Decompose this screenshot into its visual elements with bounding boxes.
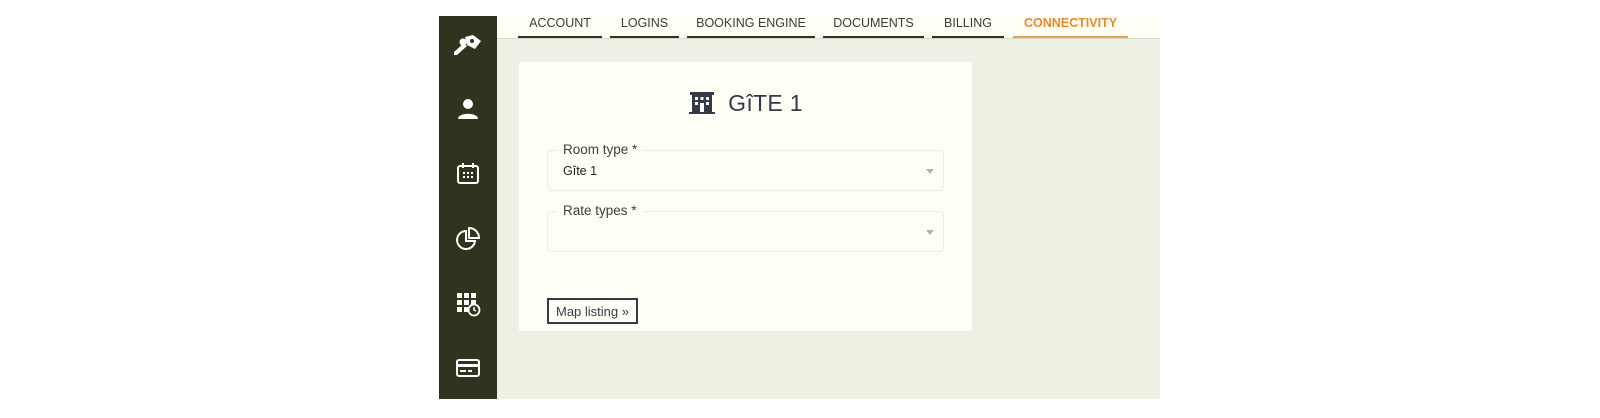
tab-booking-engine[interactable]: BOOKING ENGINE — [687, 16, 815, 38]
sidebar-item-rates[interactable] — [439, 284, 497, 324]
tab-account[interactable]: ACCOUNT — [518, 16, 602, 38]
card-header: GîTE 1 — [519, 88, 972, 119]
sidebar-item-reports[interactable] — [439, 219, 497, 259]
pie-chart-icon — [455, 226, 481, 252]
sidebar-item-user[interactable] — [439, 89, 497, 129]
tab-bar: ACCOUNT LOGINS BOOKING ENGINE DOCUMENTS … — [497, 16, 1160, 39]
rate-types-select[interactable]: Rate types * — [547, 203, 944, 252]
tab-documents[interactable]: DOCUMENTS — [823, 16, 924, 38]
tab-logins[interactable]: LOGINS — [610, 16, 679, 38]
card-title: GîTE 1 — [728, 90, 803, 116]
sidebar-item-keys[interactable] — [439, 26, 497, 66]
app-window: ACCOUNT LOGINS BOOKING ENGINE DOCUMENTS … — [439, 16, 1160, 399]
room-mapping-card: GîTE 1 Room type * Gîte 1 Rate types * M… — [519, 62, 972, 331]
sidebar-item-payments[interactable] — [439, 348, 497, 388]
tab-connectivity[interactable]: CONNECTIVITY — [1013, 16, 1128, 38]
room-type-select[interactable]: Room type * Gîte 1 — [547, 142, 944, 191]
sidebar-item-calendar[interactable] — [439, 154, 497, 194]
tab-billing[interactable]: BILLING — [932, 16, 1004, 38]
grid-clock-icon — [455, 291, 481, 317]
rate-types-label: Rate types * — [557, 203, 643, 219]
chevron-down-icon — [926, 230, 934, 235]
map-listing-button[interactable]: Map listing » — [547, 298, 638, 324]
chevron-down-icon — [926, 169, 934, 174]
keys-icon — [451, 33, 485, 59]
user-icon — [456, 97, 480, 121]
room-type-label: Room type * — [557, 142, 644, 158]
credit-card-icon — [455, 357, 481, 379]
room-type-value: Gîte 1 — [563, 164, 598, 178]
calendar-icon — [456, 162, 480, 186]
sidebar — [439, 16, 497, 399]
building-icon — [688, 88, 716, 119]
